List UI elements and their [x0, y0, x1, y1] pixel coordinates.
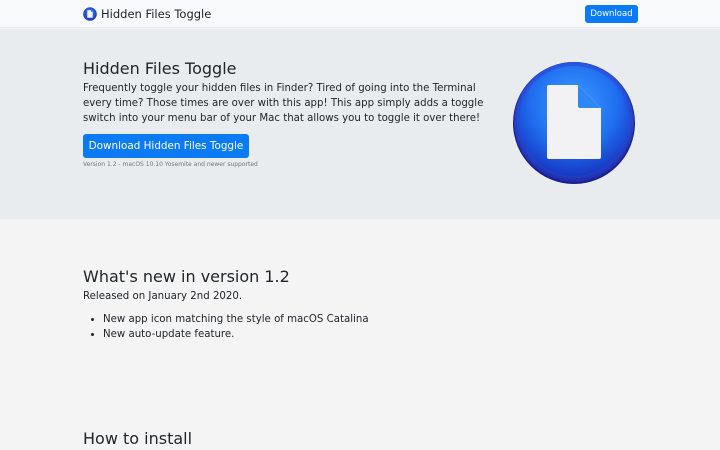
app-logo-icon — [83, 7, 97, 21]
version-note: Version 1.2 - macOS 10.10 Yosemite and n… — [83, 161, 258, 168]
navbar: Hidden Files Toggle Download — [0, 0, 720, 28]
hero-title: Hidden Files Toggle — [83, 59, 237, 78]
list-item: New app icon matching the style of macOS… — [103, 313, 369, 328]
brand-link[interactable]: Hidden Files Toggle — [83, 6, 211, 22]
nav-download-button[interactable]: Download — [585, 5, 638, 23]
download-app-button[interactable]: Download Hidden Files Toggle — [83, 134, 249, 158]
brand-name: Hidden Files Toggle — [101, 7, 212, 21]
hero-section: Hidden Files Toggle Frequently toggle yo… — [0, 29, 720, 219]
how-to-install-title: How to install — [83, 429, 193, 448]
release-date: Released on January 2nd 2020. — [83, 291, 243, 302]
list-item: New auto-update feature. — [103, 328, 369, 343]
document-icon — [513, 62, 635, 184]
whats-new-title: What's new in version 1.2 — [83, 267, 290, 286]
hero-description: Frequently toggle your hidden files in F… — [83, 83, 484, 124]
changelog-list: New app icon matching the style of macOS… — [103, 313, 369, 342]
